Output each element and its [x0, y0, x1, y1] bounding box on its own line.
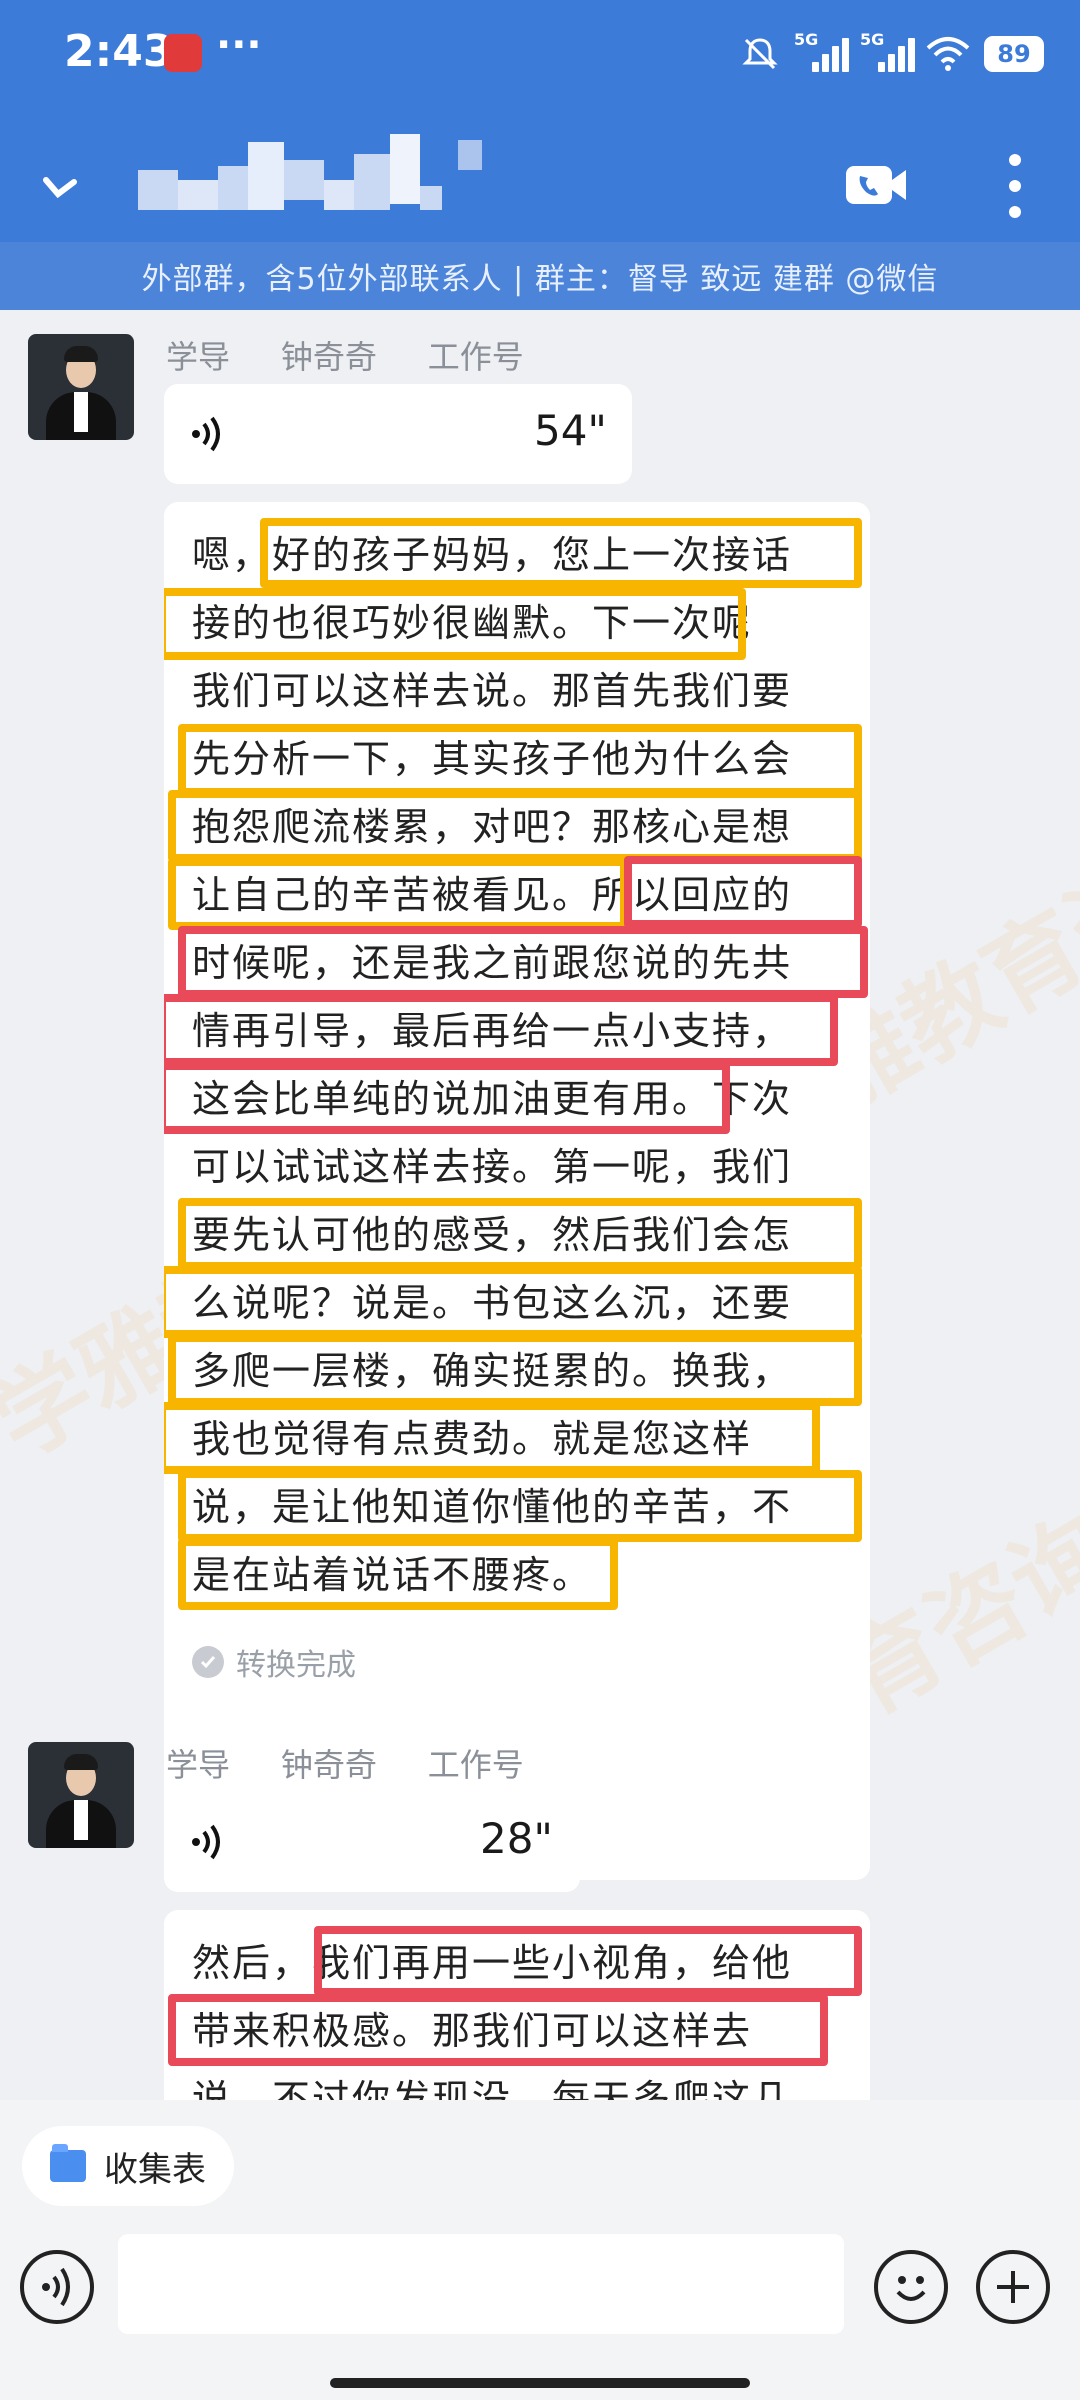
highlight-box-yellow — [164, 1402, 820, 1474]
chat-header — [0, 110, 1080, 242]
video-call-icon[interactable] — [842, 150, 912, 220]
voice-wave-icon — [192, 1824, 220, 1860]
status-icons: 5G 5G 89 — [740, 30, 1044, 78]
more-notifications-indicator: ··· — [216, 22, 262, 68]
transcript-bubble[interactable]: 然后，我们再用一些小视角，给他 带来积极感。那我们可以这样去 说，不过你发现没，… — [164, 1910, 870, 2100]
voice-input-icon[interactable] — [20, 2250, 94, 2324]
sender-name: 学导 钟奇奇 工作号 — [166, 1746, 524, 1784]
voice-wave-icon — [192, 416, 220, 452]
transcript-line: 可以试试这样去接。第一呢，我们 — [192, 1145, 793, 1189]
chat-title-pixelated — [138, 130, 518, 220]
highlight-box-red — [164, 1062, 730, 1134]
emoji-icon[interactable] — [874, 2250, 948, 2324]
transcript-line: 说，不过你发现没，每天多爬这几 — [192, 2077, 793, 2100]
wifi-icon — [926, 37, 970, 71]
back-arrow-icon[interactable] — [24, 150, 94, 220]
voice-duration: 28" — [480, 1814, 553, 1863]
input-area: 收集表 — [0, 2100, 1080, 2400]
signal-label: 5G — [860, 30, 885, 49]
highlight-box-red — [168, 1994, 828, 2066]
chip-label: 收集表 — [104, 2149, 206, 2190]
battery-indicator: 89 — [984, 36, 1044, 72]
plus-icon[interactable] — [976, 2250, 1050, 2324]
signal-label: 5G — [794, 30, 819, 49]
avatar[interactable] — [28, 334, 134, 440]
highlight-box-red — [178, 926, 868, 998]
message-input[interactable] — [118, 2234, 844, 2334]
highlight-box-yellow — [164, 588, 746, 660]
sender-name: 学导 钟奇奇 工作号 — [166, 338, 524, 376]
voice-duration: 54" — [534, 406, 607, 455]
transcribe-status: 转换完成 — [192, 1640, 356, 1684]
avatar[interactable] — [28, 1742, 134, 1848]
status-time: 2:43 — [64, 26, 174, 77]
highlight-box-yellow — [168, 858, 628, 930]
home-indicator[interactable] — [330, 2378, 750, 2388]
status-bar: 2:43 ··· 5G 5G 89 — [0, 0, 1080, 110]
highlight-box-red — [314, 1926, 862, 1996]
folder-icon — [50, 2144, 86, 2182]
check-icon — [192, 1646, 224, 1678]
highlight-box-yellow — [260, 518, 862, 588]
signal-icon: 5G — [860, 30, 915, 74]
group-info-banner[interactable]: 外部群，含5位外部联系人 | 群主：督导 致远 建群 @微信 — [0, 242, 1080, 310]
transcript-bubble[interactable]: 嗯，好的孩子妈妈，您上一次接话 接的也很巧妙很幽默。下一次呢 我们可以这样去说。… — [164, 502, 870, 1880]
mute-icon — [742, 38, 778, 70]
signal-icon: 5G — [794, 30, 849, 74]
highlight-box-yellow — [178, 1538, 618, 1610]
voice-message[interactable]: 28" — [164, 1792, 580, 1892]
voice-message[interactable]: 54" — [164, 384, 632, 484]
highlight-box-yellow — [164, 1266, 862, 1338]
chat-area[interactable]: 学雅教育咨询 学雅教育咨询 学雅教育咨询 学导 钟奇奇 工作号 54" 嗯，好的… — [0, 310, 1080, 2100]
highlight-box-yellow — [168, 1334, 862, 1406]
app-notification-icon — [164, 34, 202, 72]
highlight-box-yellow — [168, 790, 862, 862]
transcript-line: 我们可以这样去说。那首先我们要 — [192, 669, 793, 713]
highlight-box-yellow — [178, 1198, 862, 1270]
highlight-box-red — [624, 856, 862, 928]
highlight-box-yellow — [178, 1470, 862, 1542]
transcribe-status-label: 转换完成 — [236, 1648, 356, 1683]
highlight-box-red — [164, 994, 838, 1066]
more-vertical-icon[interactable] — [990, 146, 1040, 226]
collection-form-chip[interactable]: 收集表 — [22, 2126, 234, 2206]
highlight-box-yellow — [178, 724, 862, 796]
